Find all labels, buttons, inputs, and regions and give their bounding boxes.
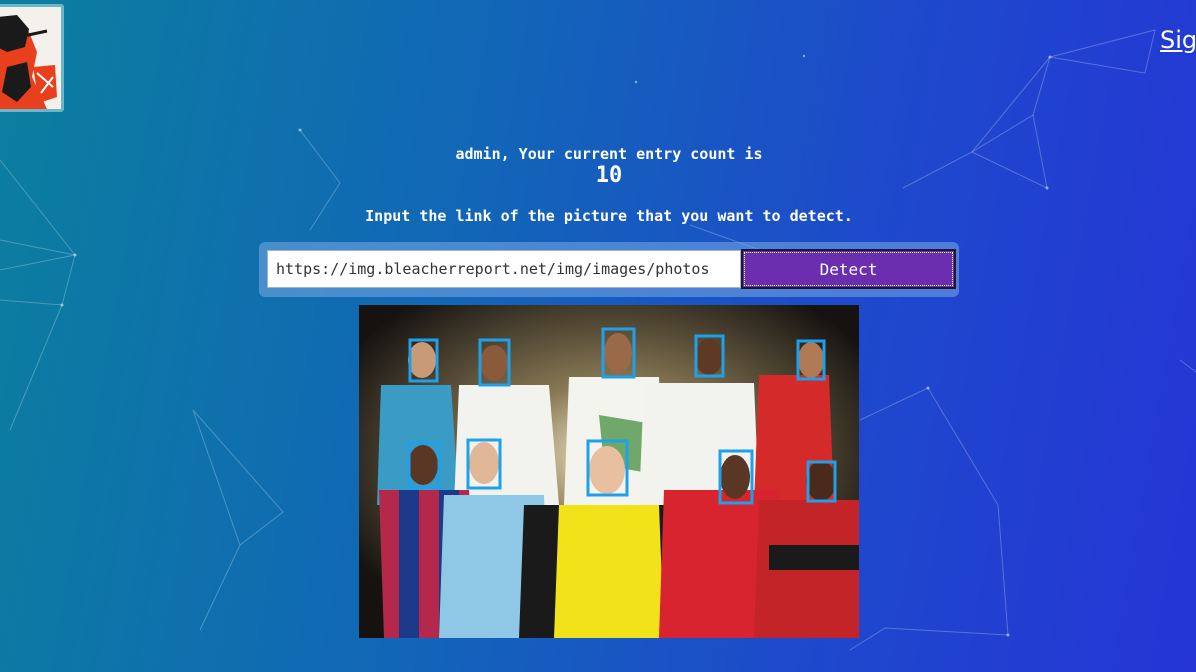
sign-in-link[interactable]: Sig [1160, 26, 1196, 54]
entry-count: 10 [595, 163, 623, 188]
detection-result-image [359, 305, 859, 638]
user-avatar[interactable] [0, 4, 64, 112]
greeting-text: admin, Your current entry count is [455, 145, 763, 163]
detect-button[interactable]: Detect [741, 249, 956, 289]
instruction-text: Input the link of the picture that you w… [365, 207, 853, 225]
url-form: Detect [259, 242, 959, 297]
image-url-input[interactable] [267, 250, 741, 288]
